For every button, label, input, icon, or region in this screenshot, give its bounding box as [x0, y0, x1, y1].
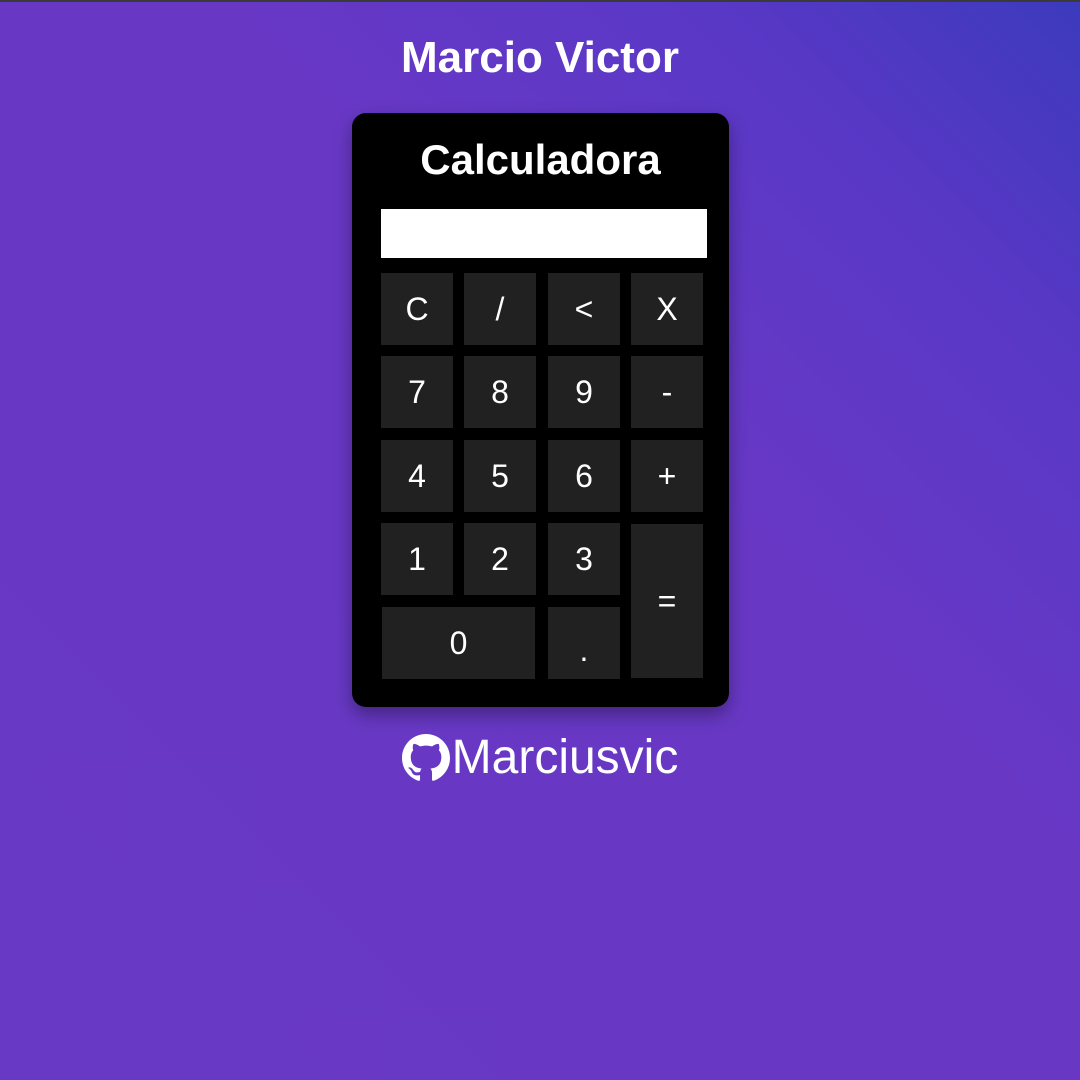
multiply-button[interactable]: X: [631, 273, 703, 345]
digit-5-button[interactable]: 5: [464, 440, 536, 512]
calculator-display[interactable]: [381, 209, 707, 258]
clear-button[interactable]: C: [381, 273, 453, 345]
digit-9-button[interactable]: 9: [548, 356, 620, 428]
minus-button[interactable]: -: [631, 356, 703, 428]
divide-button[interactable]: /: [464, 273, 536, 345]
digit-2-button[interactable]: 2: [464, 523, 536, 595]
digit-3-button[interactable]: 3: [548, 523, 620, 595]
github-icon: [401, 734, 450, 781]
digit-6-button[interactable]: 6: [548, 440, 620, 512]
github-username: Marciusvic: [451, 731, 679, 784]
decimal-button[interactable]: .: [548, 607, 620, 679]
digit-1-button[interactable]: 1: [381, 523, 453, 595]
equals-button[interactable]: =: [631, 524, 703, 678]
backspace-button[interactable]: <: [548, 273, 620, 345]
digit-8-button[interactable]: 8: [464, 356, 536, 428]
digit-7-button[interactable]: 7: [381, 356, 453, 428]
page-title: Marcio Victor: [401, 33, 679, 82]
plus-button[interactable]: +: [631, 440, 703, 512]
digit-4-button[interactable]: 4: [381, 440, 453, 512]
top-border: [0, 0, 1080, 2]
calculator-title: Calculadora: [420, 136, 661, 183]
digit-0-button[interactable]: 0: [382, 607, 535, 679]
github-profile-link[interactable]: Marciusvic: [0, 728, 1080, 788]
